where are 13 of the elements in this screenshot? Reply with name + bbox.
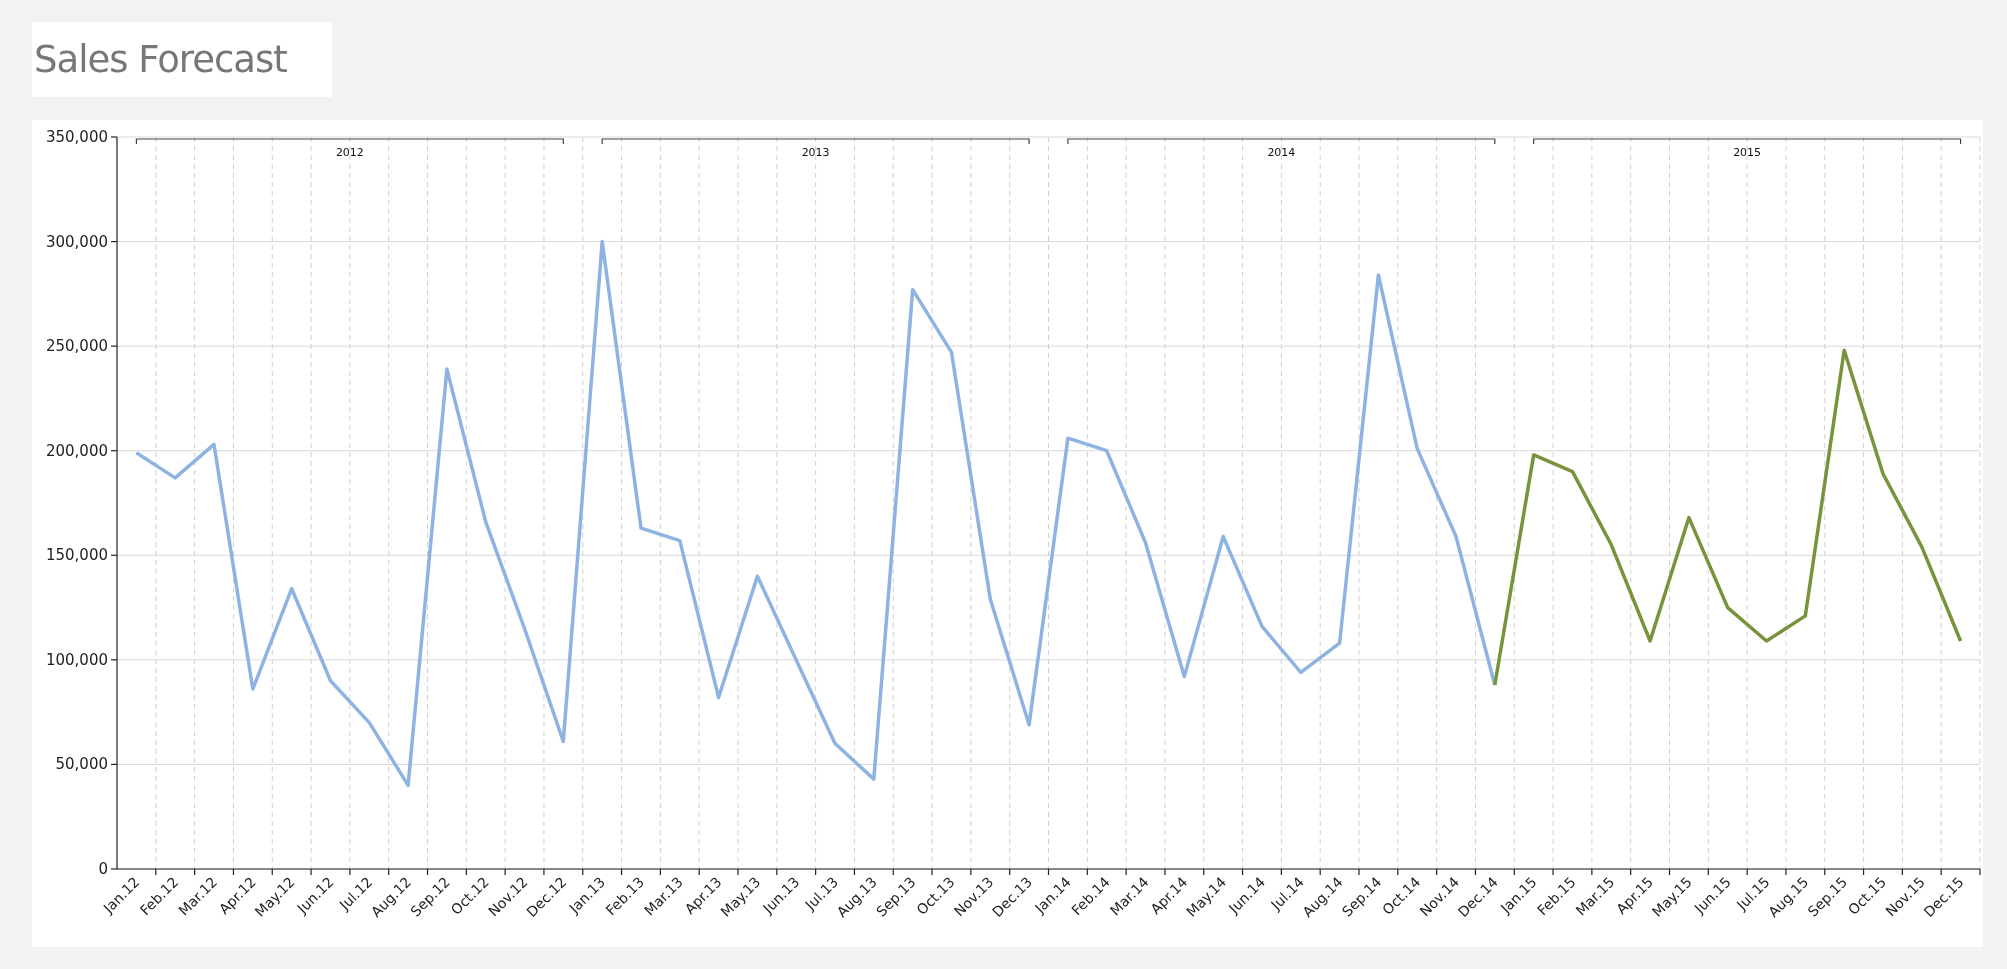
year-label: 2015 — [1733, 146, 1762, 159]
y-axis-label: 250,000 — [45, 337, 108, 356]
y-axis-label: 300,000 — [45, 232, 108, 251]
y-axis-label: 150,000 — [45, 546, 108, 565]
y-axis-label: 100,000 — [45, 650, 108, 669]
y-axis-label: 350,000 — [45, 128, 108, 146]
year-label: 2012 — [335, 146, 364, 159]
year-label: 2014 — [1267, 146, 1296, 159]
y-axis-label: 50,000 — [55, 755, 108, 774]
page-title: Sales Forecast — [32, 22, 332, 97]
y-axis-label: 0 — [98, 860, 108, 878]
year-label: 2013 — [801, 146, 830, 159]
y-axis-label: 200,000 — [45, 441, 108, 460]
